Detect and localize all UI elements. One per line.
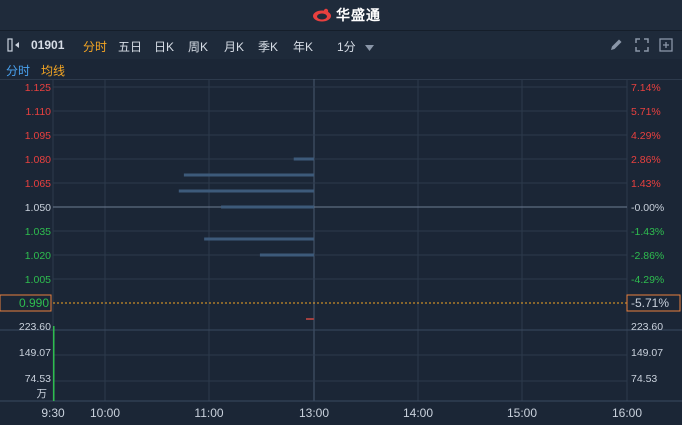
legend-average: 均线 [41,64,66,78]
interval-select[interactable]: 1分 [337,38,375,55]
time-tick-label: 13:00 [299,406,329,420]
volume-tick-label: 149.07 [19,347,51,359]
price-tick-label: 1.125 [25,82,51,94]
volume-profile-bar [204,237,314,241]
tab-quarterly-k[interactable]: 季K [258,38,278,55]
volume-tick-label-right: 149.07 [631,347,663,359]
interval-value: 1分 [337,40,356,54]
collapse-left-icon[interactable] [6,37,22,53]
price-tick-label: 1.050 [25,202,51,214]
chevron-down-icon [365,45,375,51]
percent-tick-label: 7.14% [631,82,661,94]
legend-intraday: 分时 [6,64,31,78]
time-tick-label: 10:00 [90,406,120,420]
volume-profile-bar [293,157,314,161]
volume-tick-label: 223.60 [19,321,51,333]
time-tick-label: 15:00 [507,406,537,420]
time-tick-label: 11:00 [194,406,223,420]
volume-tick-label: 74.53 [25,373,51,385]
app-title: 华盛通 [336,7,381,23]
price-tick-label: 1.065 [25,178,51,190]
percent-tick-label: 4.29% [631,130,661,142]
brand: 华盛通 [312,6,381,24]
intraday-chart[interactable]: 1.125 7.14% 1.110 5.71% 1.095 4.29% 1.080 2.86%… [0,79,682,425]
percent-tick-label: -0.00% [631,202,664,214]
volume-unit-label: 万 [37,388,48,400]
tab-weekly-k[interactable]: 周K [188,38,208,55]
expand-icon[interactable] [634,37,650,53]
title-bar: 华盛通 [0,0,682,31]
time-tick-label: 9:30 [41,406,65,420]
volume-profile-bar [178,189,314,193]
price-tick-label: 1.110 [26,106,52,118]
price-tick-label: 1.005 [25,274,51,286]
tab-monthly-k[interactable]: 月K [224,38,244,55]
percent-tick-label: 5.71% [631,106,661,118]
current-pct-label: -5.71% [631,296,669,310]
price-tick-label: 1.020 [25,250,51,262]
volume-profile-bar [259,253,314,257]
volume-tick-label-right: 223.60 [631,321,663,333]
stock-code: 01901 [31,38,65,52]
tab-five-day[interactable]: 五日 [118,38,142,55]
chart-toolbar: 01901 分时 五日 日K 周K 月K 季K 年K 1分 [0,31,682,59]
volume-tick-label-right: 74.53 [631,373,657,385]
time-tick-label: 16:00 [612,406,642,420]
fullscreen-icon[interactable] [658,37,674,53]
brand-logo-icon [313,8,331,22]
price-tick-label: 1.035 [25,226,51,238]
percent-tick-label: 2.86% [631,154,661,166]
pencil-icon[interactable] [608,37,624,53]
volume-bar [53,326,55,401]
percent-tick-label: -4.29% [631,274,664,286]
current-price-label: 0.990 [19,296,49,310]
time-tick-label: 14:00 [403,406,433,420]
price-tick-label: 1.095 [25,130,51,142]
volume-profile-bar [221,205,314,209]
tab-yearly-k[interactable]: 年K [293,38,313,55]
app-window: 华盛通 01901 分时 五日 日K 周K 月K 季K 年K 1分 分时 均线 … [0,0,682,425]
legend-bar: 分时 均线 [0,59,682,80]
tab-daily-k[interactable]: 日K [154,38,174,55]
tab-intraday[interactable]: 分时 [83,38,107,55]
percent-tick-label: -2.86% [631,250,664,262]
price-tick-label: 1.080 [25,154,51,166]
price-marker [306,318,314,320]
percent-tick-label: -1.43% [631,226,664,238]
volume-profile-bar [183,173,314,177]
percent-tick-label: 1.43% [631,178,661,190]
